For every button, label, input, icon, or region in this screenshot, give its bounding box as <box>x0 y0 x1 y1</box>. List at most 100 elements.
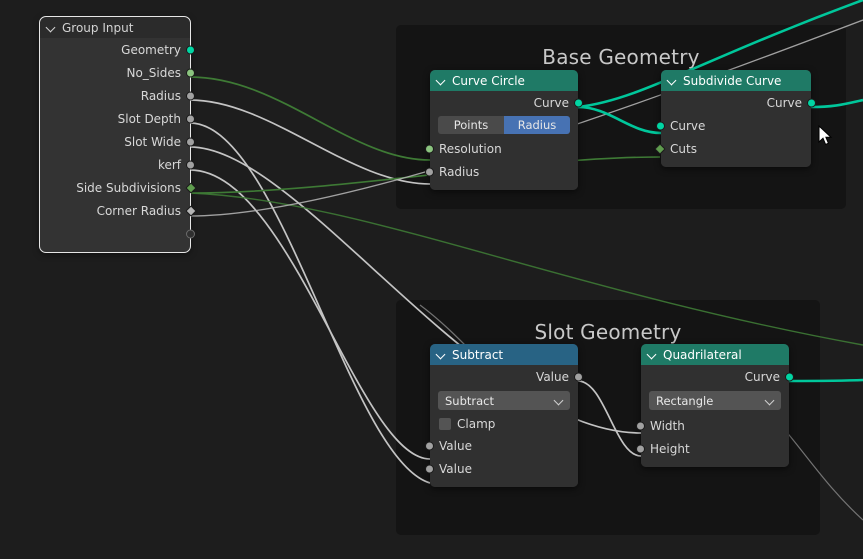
socket-row-width[interactable]: Width <box>636 414 789 437</box>
node-subdivide-curve-header[interactable]: Subdivide Curve <box>661 70 811 91</box>
socket-label-resolution: Resolution <box>439 141 502 156</box>
node-curve-circle-header[interactable]: Curve Circle <box>430 70 578 91</box>
node-subdivide-curve-title: Subdivide Curve <box>683 73 782 88</box>
socket-label-radius: Radius <box>140 88 181 103</box>
socket-circle-radius-in[interactable] <box>425 167 434 176</box>
chevron-down-icon[interactable] <box>437 76 446 85</box>
frame-slot-geometry-label: Slot Geometry <box>534 320 682 344</box>
chevron-down-icon[interactable] <box>437 350 446 359</box>
socket-label-height: Height <box>650 441 690 456</box>
socket-side-subdivisions-out[interactable] <box>185 181 197 194</box>
socket-row-subdiv-curve-out[interactable]: Curve <box>661 91 816 114</box>
socket-subtract-value-a[interactable] <box>425 441 434 450</box>
node-editor-canvas[interactable]: Base Geometry Slot Geometry Group Input … <box>0 0 863 559</box>
socket-row-geometry[interactable]: Geometry <box>40 38 195 61</box>
socket-label-side-subdivisions: Side Subdivisions <box>76 180 181 195</box>
node-subtract-title: Subtract <box>452 347 504 362</box>
socket-subdiv-curve-in[interactable] <box>656 121 665 130</box>
socket-radius-out[interactable] <box>186 91 195 100</box>
socket-resolution-in[interactable] <box>425 144 434 153</box>
socket-label-quad-curve-out: Curve <box>744 369 780 384</box>
socket-label-subtract-value-a: Value <box>439 438 472 453</box>
node-subdivide-curve-body: Curve Curve Cuts <box>654 91 816 167</box>
socket-row-subtract-value-out[interactable]: Value <box>430 365 583 388</box>
node-group-input[interactable]: Group Input Geometry No_Sides Radius Slo… <box>39 16 197 253</box>
socket-subdiv-curve-out[interactable] <box>807 98 816 107</box>
socket-curve-out[interactable] <box>574 98 583 107</box>
chevron-down-icon[interactable] <box>648 350 657 359</box>
link-kerf-subtract <box>189 169 431 460</box>
mode-points-button[interactable]: Points <box>438 116 504 134</box>
chevron-down-icon[interactable] <box>765 396 774 405</box>
socket-row-side-subdivisions[interactable]: Side Subdivisions <box>40 176 197 199</box>
chevron-down-icon[interactable] <box>668 76 677 85</box>
socket-label-cuts: Cuts <box>670 141 697 156</box>
socket-row-new[interactable] <box>40 222 195 245</box>
quadrilateral-shape-dropdown[interactable]: Rectangle <box>649 391 781 410</box>
socket-row-height[interactable]: Height <box>636 437 789 460</box>
node-quadrilateral-title: Quadrilateral <box>663 347 742 362</box>
socket-no-sides-out[interactable] <box>186 68 195 77</box>
socket-label-corner-radius: Corner Radius <box>96 203 181 218</box>
clamp-checkbox[interactable] <box>439 418 451 430</box>
socket-label-curve-out: Curve <box>533 95 569 110</box>
socket-row-circle-radius[interactable]: Radius <box>425 160 578 183</box>
socket-row-slot-depth[interactable]: Slot Depth <box>40 107 195 130</box>
socket-row-corner-radius[interactable]: Corner Radius <box>40 199 197 222</box>
socket-row-subtract-value-a[interactable]: Value <box>425 434 578 457</box>
socket-label-subtract-value-out: Value <box>536 369 569 384</box>
socket-kerf-out[interactable] <box>186 160 195 169</box>
chevron-down-icon[interactable] <box>47 23 56 32</box>
subtract-clamp-row[interactable]: Clamp <box>430 414 578 434</box>
node-group-input-header[interactable]: Group Input <box>40 17 190 38</box>
link-slotdepth-subtract <box>189 122 431 484</box>
frame-base-geometry-label: Base Geometry <box>542 45 700 69</box>
socket-label-circle-radius: Radius <box>439 164 480 179</box>
socket-geometry-out[interactable] <box>186 45 195 54</box>
socket-label-slot-wide: Slot Wide <box>124 134 181 149</box>
socket-slot-depth-out[interactable] <box>186 114 195 123</box>
node-curve-circle-title: Curve Circle <box>452 73 525 88</box>
chevron-down-icon[interactable] <box>554 396 563 405</box>
node-subtract[interactable]: Subtract Value Subtract Clamp Value Valu… <box>425 344 583 487</box>
socket-subtract-value-b[interactable] <box>425 464 434 473</box>
subtract-operation-dropdown[interactable]: Subtract <box>438 391 570 410</box>
socket-label-width: Width <box>650 418 685 433</box>
socket-height-in[interactable] <box>636 444 645 453</box>
socket-row-subtract-value-b[interactable]: Value <box>425 457 578 480</box>
link-radius-curveradius <box>189 99 431 185</box>
socket-new-out[interactable] <box>186 229 195 238</box>
socket-slot-wide-out[interactable] <box>186 137 195 146</box>
socket-label-slot-depth: Slot Depth <box>117 111 181 126</box>
socket-label-geometry: Geometry <box>121 42 181 57</box>
node-subtract-header[interactable]: Subtract <box>430 344 578 365</box>
socket-subtract-value-out[interactable] <box>574 372 583 381</box>
mode-radius-button[interactable]: Radius <box>504 116 570 134</box>
socket-row-no-sides[interactable]: No_Sides <box>40 61 195 84</box>
socket-label-no-sides: No_Sides <box>126 65 181 80</box>
socket-row-curve-out[interactable]: Curve <box>430 91 583 114</box>
socket-row-radius[interactable]: Radius <box>40 84 195 107</box>
node-quadrilateral-header[interactable]: Quadrilateral <box>641 344 789 365</box>
socket-corner-radius-out[interactable] <box>185 204 197 217</box>
link-nosides-resolution <box>189 76 431 161</box>
socket-row-subdiv-curve-in[interactable]: Curve <box>656 114 811 137</box>
curve-circle-mode-toggle[interactable]: Points Radius <box>438 116 570 134</box>
node-quadrilateral[interactable]: Quadrilateral Curve Rectangle Width Heig… <box>636 344 794 467</box>
socket-row-kerf[interactable]: kerf <box>40 153 195 176</box>
socket-row-cuts[interactable]: Cuts <box>654 137 811 160</box>
node-quadrilateral-body: Curve Rectangle Width Height <box>636 365 794 467</box>
socket-width-in[interactable] <box>636 421 645 430</box>
node-group-input-title: Group Input <box>62 20 134 35</box>
node-subdivide-curve[interactable]: Subdivide Curve Curve Curve Cuts <box>654 70 816 167</box>
socket-row-slot-wide[interactable]: Slot Wide <box>40 130 195 153</box>
socket-quad-curve-out[interactable] <box>785 372 794 381</box>
socket-row-resolution[interactable]: Resolution <box>425 137 578 160</box>
subtract-operation-value: Subtract <box>445 393 495 408</box>
socket-label-kerf: kerf <box>157 157 181 172</box>
node-curve-circle[interactable]: Curve Circle Curve Points Radius Resolut… <box>425 70 583 190</box>
quadrilateral-shape-value: Rectangle <box>656 393 714 408</box>
socket-label-subtract-value-b: Value <box>439 461 472 476</box>
clamp-label: Clamp <box>457 417 496 431</box>
socket-row-quad-curve-out[interactable]: Curve <box>641 365 794 388</box>
